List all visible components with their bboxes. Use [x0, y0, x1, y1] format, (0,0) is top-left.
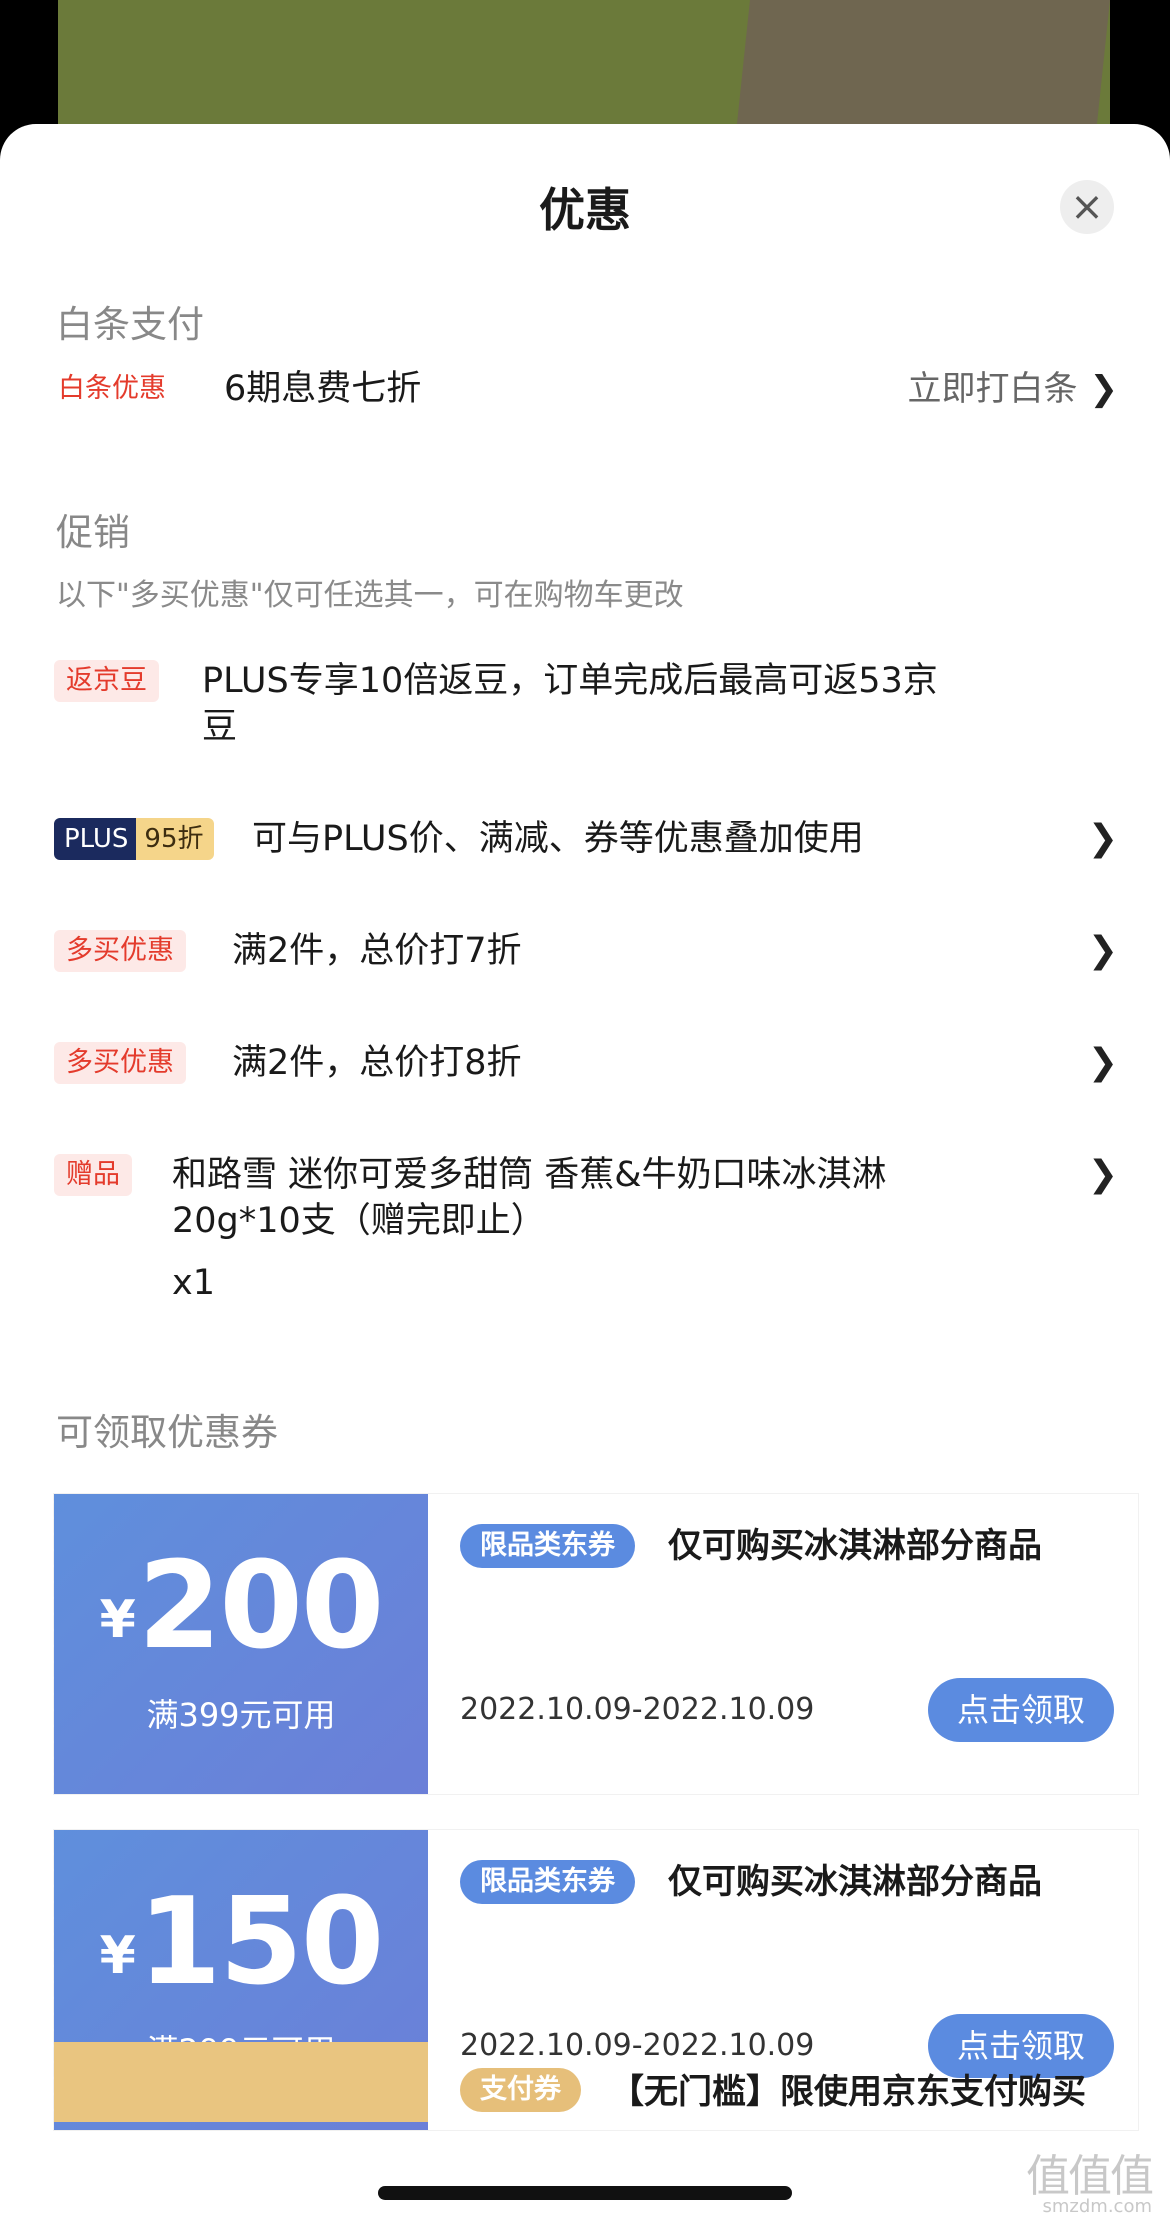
coupon-card-partial: 支付券 【无门槛】限使用京东支付购买 [54, 2042, 1138, 2122]
coupon-date: 2022.10.09-2022.10.09 [460, 1692, 815, 1727]
watermark-url: smzdm.com [1042, 2196, 1153, 2217]
baitiao-action-label: 立即打白条 [907, 369, 1078, 409]
coupon-type-tag: 限品类东券 [460, 1860, 635, 1904]
promo-text: 可与PLUS价、满减、券等优惠叠加使用 [252, 819, 864, 859]
section-label-promo: 促销 [56, 511, 130, 554]
promo-text: 满2件，总价打8折 [232, 1043, 522, 1083]
close-button[interactable]: × [1060, 180, 1114, 234]
chevron-right-icon: ❯ [1089, 369, 1119, 409]
gift-text-line1: 和路雪 迷你可爱多甜筒 香蕉&牛奶口味冰淇淋 [172, 1155, 887, 1195]
promo-text-line2: 豆 [202, 707, 238, 747]
promotions-sheet: 优惠 × 白条支付 白条优惠 6期息费七折 立即打白条 ❯ 促销 以下"多买优惠… [0, 124, 1170, 2226]
coupon-card: ¥200 满399元可用 限品类东券 仅可购买冰淇淋部分商品 2022.10.0… [48, 1494, 1138, 1794]
plus-badge: PLUS 95折 [54, 818, 214, 860]
currency-symbol: ¥ [99, 1926, 136, 1986]
coupon-scope: 仅可购买冰淇淋部分商品 [668, 1526, 1042, 1566]
watermark-logo: 值值值 [1026, 2151, 1154, 2202]
home-indicator[interactable] [378, 2186, 792, 2200]
chevron-right-icon: ❯ [1087, 1042, 1118, 1083]
baitiao-tag: 白条优惠 [58, 373, 166, 404]
gift-quantity: x1 [172, 1263, 215, 1303]
section-label-baitiao: 白条支付 [56, 303, 204, 346]
plus-badge-label: PLUS [54, 818, 137, 860]
promo-tag: 多买优惠 [54, 1042, 186, 1084]
gift-text-line2: 20g*10支（赠完即止） [172, 1201, 546, 1241]
section-label-coupons: 可领取优惠券 [56, 1411, 278, 1454]
coupon-amount-value: 200 [137, 1537, 384, 1676]
currency-symbol: ¥ [99, 1590, 136, 1650]
coupon-value-panel: ¥200 满399元可用 [48, 1494, 428, 1794]
promo-text-line1: PLUS专享10倍返豆，订单完成后最高可返53京 [202, 661, 938, 701]
coupon-condition: 满399元可用 [146, 1696, 336, 1734]
baitiao-offer-text: 6期息费七折 [224, 369, 422, 409]
chevron-right-icon: ❯ [1087, 1154, 1118, 1195]
promo-tag: 返京豆 [54, 660, 159, 702]
claim-coupon-button[interactable]: 点击领取 [928, 1678, 1114, 1742]
coupon-scope: 仅可购买冰淇淋部分商品 [668, 1862, 1042, 1902]
coupon-value-panel [54, 2042, 428, 2122]
baitiao-action[interactable]: 立即打白条 ❯ [908, 366, 1119, 412]
coupon-amount: ¥150 [54, 1878, 428, 2021]
promo-tag: 多买优惠 [54, 930, 186, 972]
coupon-type-tag: 支付券 [460, 2068, 581, 2112]
chevron-right-icon: ❯ [1087, 930, 1118, 971]
promo-note: 以下"多买优惠"仅可任选其一，可在购物车更改 [56, 578, 684, 613]
promo-tag: 赠品 [54, 1154, 132, 1196]
sheet-title: 优惠 [539, 183, 631, 237]
coupon-amount: ¥200 [54, 1542, 428, 1685]
chevron-right-icon: ❯ [1087, 818, 1118, 859]
coupon-amount-value: 150 [137, 1873, 384, 2012]
coupon-type-tag: 限品类东券 [460, 1524, 635, 1568]
plus-badge-discount: 95折 [136, 818, 214, 860]
promo-text: 满2件，总价打7折 [232, 931, 522, 971]
coupon-scope: 【无门槛】限使用京东支付购买 [610, 2072, 1086, 2112]
close-icon: × [1070, 184, 1104, 230]
